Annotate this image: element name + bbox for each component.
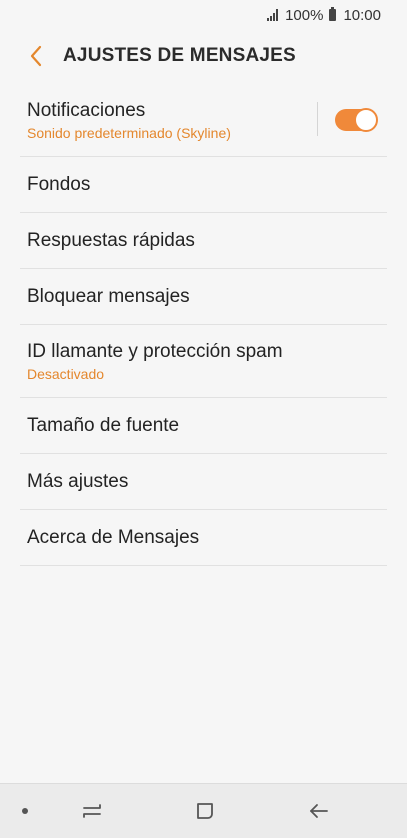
status-bar: 100% 10:00 [0, 0, 407, 30]
home-button[interactable] [187, 796, 223, 826]
page-title: AJUSTES DE MENSAJES [63, 45, 296, 66]
notifications-toggle[interactable] [335, 108, 378, 132]
setting-title: Acerca de Mensajes [27, 526, 200, 548]
setting-item-tamano-fuente[interactable]: Tamaño de fuente [20, 398, 387, 454]
toggle-area [315, 84, 387, 156]
divider [317, 102, 318, 136]
recent-apps-icon [83, 804, 101, 818]
setting-item-bloquear-mensajes[interactable]: Bloquear mensajes [20, 269, 387, 325]
toggle-knob [354, 108, 378, 132]
back-icon [310, 804, 328, 818]
dot-icon [22, 808, 28, 814]
setting-item-notificaciones[interactable]: Notificaciones Sonido predeterminado (Sk… [20, 84, 387, 157]
setting-item-mas-ajustes[interactable]: Más ajustes [20, 454, 387, 510]
setting-title: ID llamante y protección spam [27, 340, 283, 362]
battery-percentage: 100% [285, 6, 324, 24]
setting-item-respuestas-rapidas[interactable]: Respuestas rápidas [20, 213, 387, 269]
back-nav-button[interactable] [301, 796, 337, 826]
home-icon [197, 803, 213, 819]
setting-title: Más ajustes [27, 470, 129, 492]
chevron-left-icon [30, 45, 42, 67]
back-button[interactable] [16, 36, 56, 76]
setting-title: Respuestas rápidas [27, 229, 195, 251]
navigation-bar [0, 783, 407, 838]
app-header: AJUSTES DE MENSAJES [0, 36, 407, 76]
setting-item-id-llamante[interactable]: ID llamante y protección spam Desactivad… [20, 325, 387, 398]
setting-title: Bloquear mensajes [27, 285, 190, 307]
setting-subtitle: Desactivado [27, 365, 105, 382]
setting-title: Tamaño de fuente [27, 414, 180, 436]
setting-item-fondos[interactable]: Fondos [20, 157, 387, 213]
setting-item-acerca-de-mensajes[interactable]: Acerca de Mensajes [20, 510, 387, 566]
recent-apps-button[interactable] [74, 796, 110, 826]
battery-icon [329, 7, 337, 21]
signal-icon [267, 9, 279, 21]
setting-title: Fondos [27, 173, 91, 195]
settings-list: Notificaciones Sonido predeterminado (Sk… [20, 84, 387, 566]
clock: 10:00 [343, 6, 381, 24]
